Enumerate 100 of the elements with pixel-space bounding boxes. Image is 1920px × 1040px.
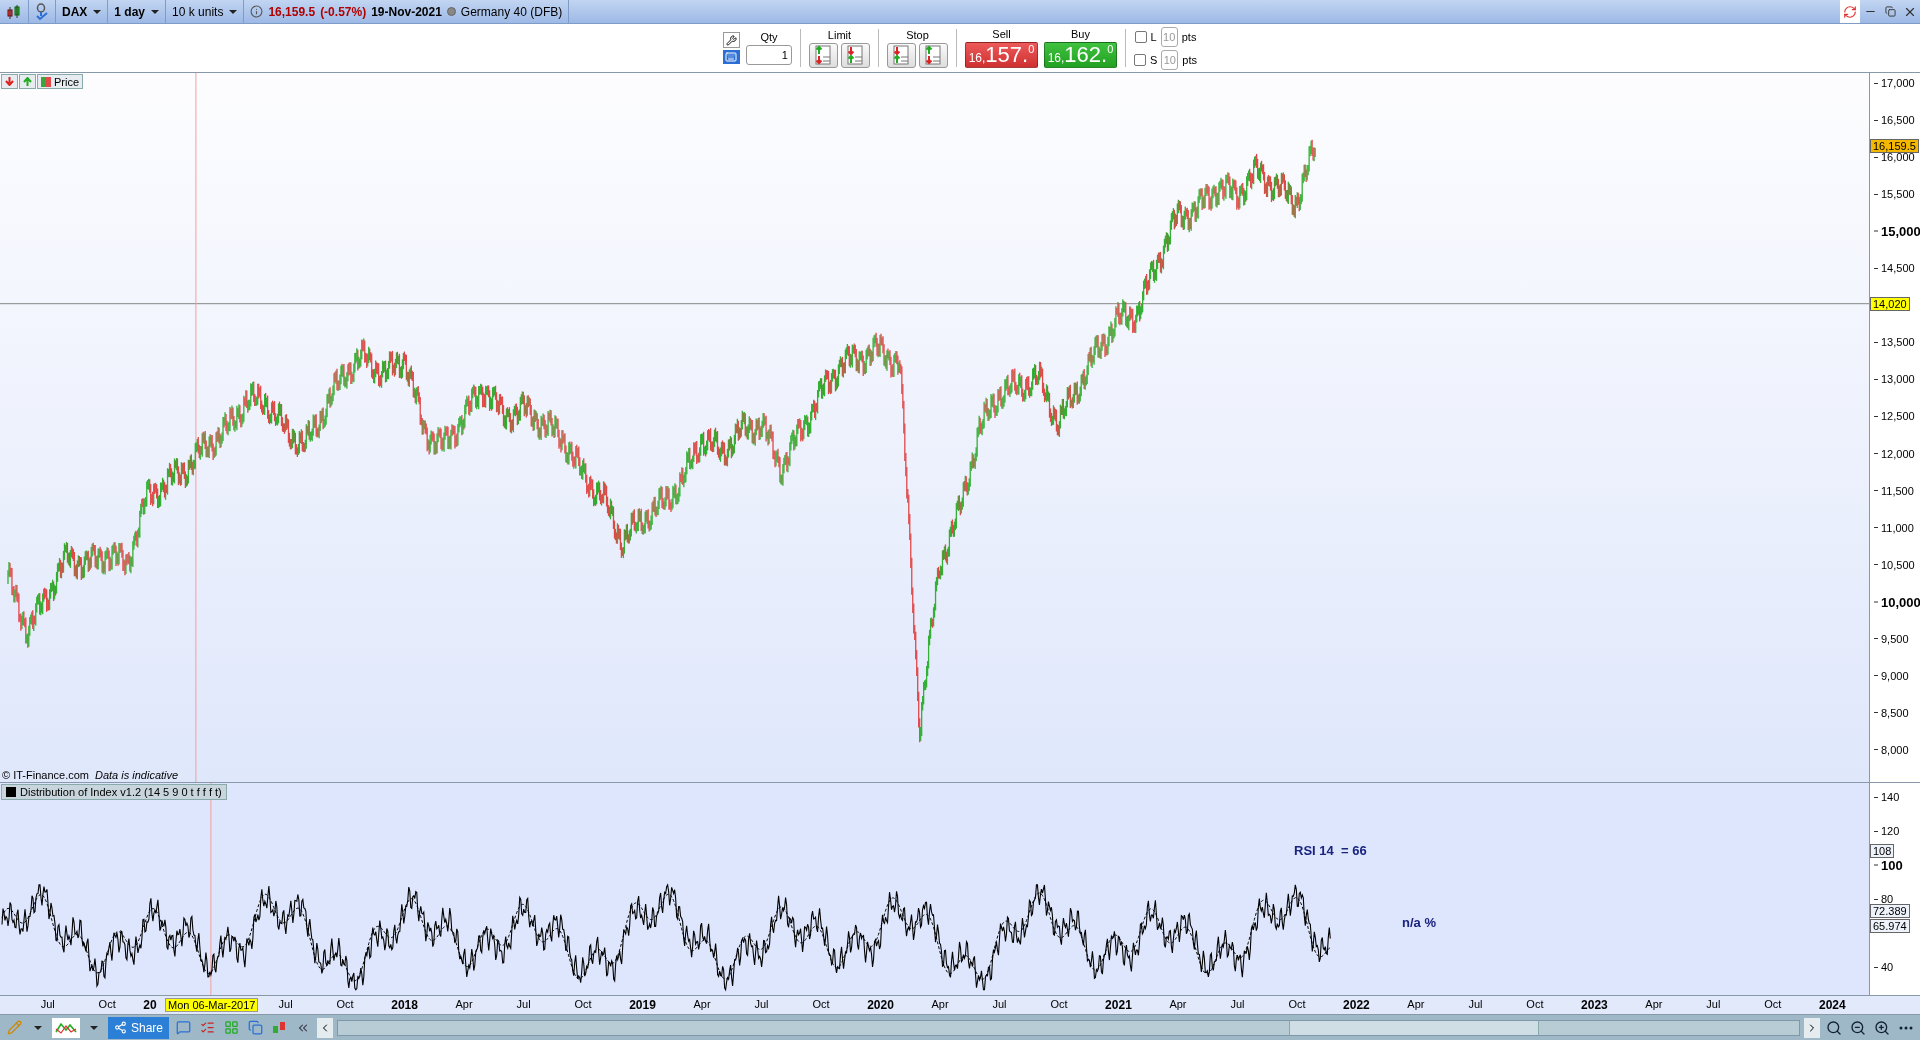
time-axis-label: Oct: [812, 998, 830, 1010]
refresh-icon: [1843, 4, 1857, 19]
settings-button[interactable]: [723, 32, 740, 48]
market-status-dot: [446, 7, 456, 16]
sell-label: Sell: [992, 28, 1011, 40]
interval-dropdown[interactable]: 1 day: [108, 0, 167, 23]
market-name: Germany 40 (DFB): [460, 4, 563, 19]
order-arrows-icon: [845, 45, 866, 65]
stop-type-label: S: [1150, 53, 1158, 66]
time-axis-label: Jul: [278, 998, 293, 1010]
axis-label: 17,000: [1874, 77, 1915, 89]
time-axis-label: Oct: [574, 998, 592, 1010]
time-axis-label: Oct: [1526, 998, 1544, 1010]
symbol-dropdown[interactable]: DAX: [56, 0, 109, 23]
time-axis-label: Apr: [693, 998, 711, 1010]
time-axis-label: Apr: [455, 998, 473, 1010]
axis-label: 10,500: [1874, 558, 1915, 571]
checklist-icon: [199, 1020, 215, 1035]
pencil-icon: [6, 1020, 22, 1035]
rsi-value: RSI 14 = 66: [1294, 843, 1367, 858]
percent-value: n/a %: [1402, 915, 1436, 930]
axis-label: 10,000: [1874, 594, 1920, 610]
crosshair-date-tag: Mon 06-Mar-2017: [165, 998, 259, 1012]
time-axis-label: Jul: [1706, 998, 1721, 1010]
time-axis-label: Apr: [931, 998, 949, 1010]
share-button[interactable]: Share: [108, 1016, 170, 1039]
axis-label: 11,500: [1874, 484, 1914, 497]
time-axis-label: Oct: [1764, 998, 1782, 1010]
stop-checkbox[interactable]: [1134, 30, 1147, 43]
caret-icon: [34, 1025, 42, 1030]
stop-order-button[interactable]: [887, 42, 916, 68]
indicator-legend[interactable]: Distribution of Index v1.2 (14 5 9 0 t f f f t): [1, 784, 227, 800]
time-axis-label: Oct: [336, 998, 354, 1010]
time-axis-label: Jul: [754, 998, 769, 1010]
time-axis-label: Oct: [1288, 998, 1306, 1010]
axis-label: 15,500: [1874, 188, 1915, 201]
quote-date: 19-Nov-2021: [371, 4, 442, 19]
candlestick-chart-icon[interactable]: [6, 3, 22, 20]
scroll-left-button[interactable]: [317, 1017, 334, 1038]
time-axis-label: 2024: [1819, 998, 1846, 1012]
indicator-value-tag: 65.974: [1870, 919, 1910, 933]
time-axis-label: Jul: [1468, 998, 1483, 1010]
caret-icon: [90, 1025, 98, 1030]
share-icon: [114, 1021, 127, 1034]
axis-label: 14,500: [1874, 262, 1915, 275]
axis-label: 8,500: [1874, 706, 1909, 719]
time-axis-label: Apr: [1169, 998, 1187, 1010]
axis-label: 8,000: [1874, 743, 1909, 756]
dots-icon: [1899, 1025, 1913, 1030]
scrollbar-thumb[interactable]: [1289, 1020, 1539, 1035]
caret-icon: [151, 9, 160, 14]
time-axis-label: Oct: [98, 998, 116, 1010]
link-check-icon[interactable]: [35, 2, 49, 21]
points-unit: pts: [1181, 30, 1197, 43]
axis-label: 16,000: [1874, 151, 1915, 164]
axis-label: 140: [1874, 791, 1900, 803]
disclaimer-text: Data is indicative: [94, 769, 179, 781]
axis-label: 9,000: [1874, 669, 1909, 682]
zoom-out-icon: [1850, 1019, 1866, 1036]
collapse-button[interactable]: [1, 74, 18, 89]
price-change: (-0.57%): [320, 4, 367, 19]
time-axis-label: Apr: [1407, 998, 1425, 1010]
caret-icon: [93, 9, 102, 14]
series-legend[interactable]: Price: [37, 74, 84, 89]
stop-order-button[interactable]: [919, 42, 948, 68]
points-unit: pts: [1182, 53, 1197, 66]
caret-icon: [229, 9, 238, 14]
refresh-button[interactable]: [1840, 0, 1860, 23]
size-dropdown[interactable]: 10 k units: [166, 0, 245, 23]
scroll-right-button[interactable]: [1804, 1017, 1820, 1038]
bars-icon: [271, 1020, 287, 1035]
stop-checkbox[interactable]: [1134, 53, 1146, 66]
limit-order-button[interactable]: [841, 42, 870, 68]
windows-icon: [247, 1020, 263, 1035]
axis-label: 120: [1874, 825, 1900, 837]
axis-label: 100: [1874, 857, 1903, 873]
restore-icon: [1884, 6, 1896, 17]
time-axis-label: 2018: [391, 998, 418, 1012]
time-axis-label: Jul: [1230, 998, 1245, 1010]
stop-label: Stop: [906, 28, 929, 41]
grid-icon: [223, 1020, 239, 1035]
info-icon[interactable]: [250, 5, 264, 18]
order-arrows-icon: [923, 45, 944, 65]
time-axis-label: Oct: [1050, 998, 1068, 1010]
down-arrow-icon: [5, 77, 14, 86]
chart-type-button[interactable]: [52, 1017, 80, 1038]
qty-field[interactable]: 1: [746, 45, 792, 65]
expand-button[interactable]: [19, 74, 36, 89]
copyright-text: © IT-Finance.com: [2, 769, 89, 781]
axis-label: 12,000: [1874, 447, 1915, 460]
limit-order-button[interactable]: [809, 42, 838, 68]
last-price: 16,159.5: [268, 4, 316, 19]
keyboard-button[interactable]: [723, 50, 740, 64]
time-axis-label: Jul: [516, 998, 531, 1010]
time-axis-label: Jul: [992, 998, 1007, 1010]
keyboard-icon: [725, 51, 738, 63]
axis-label: 13,000: [1874, 373, 1915, 386]
indicator-value-tag: 72.389: [1870, 904, 1910, 918]
scrollbar-track[interactable]: [337, 1019, 1800, 1036]
qty-label: Qty: [760, 31, 778, 43]
